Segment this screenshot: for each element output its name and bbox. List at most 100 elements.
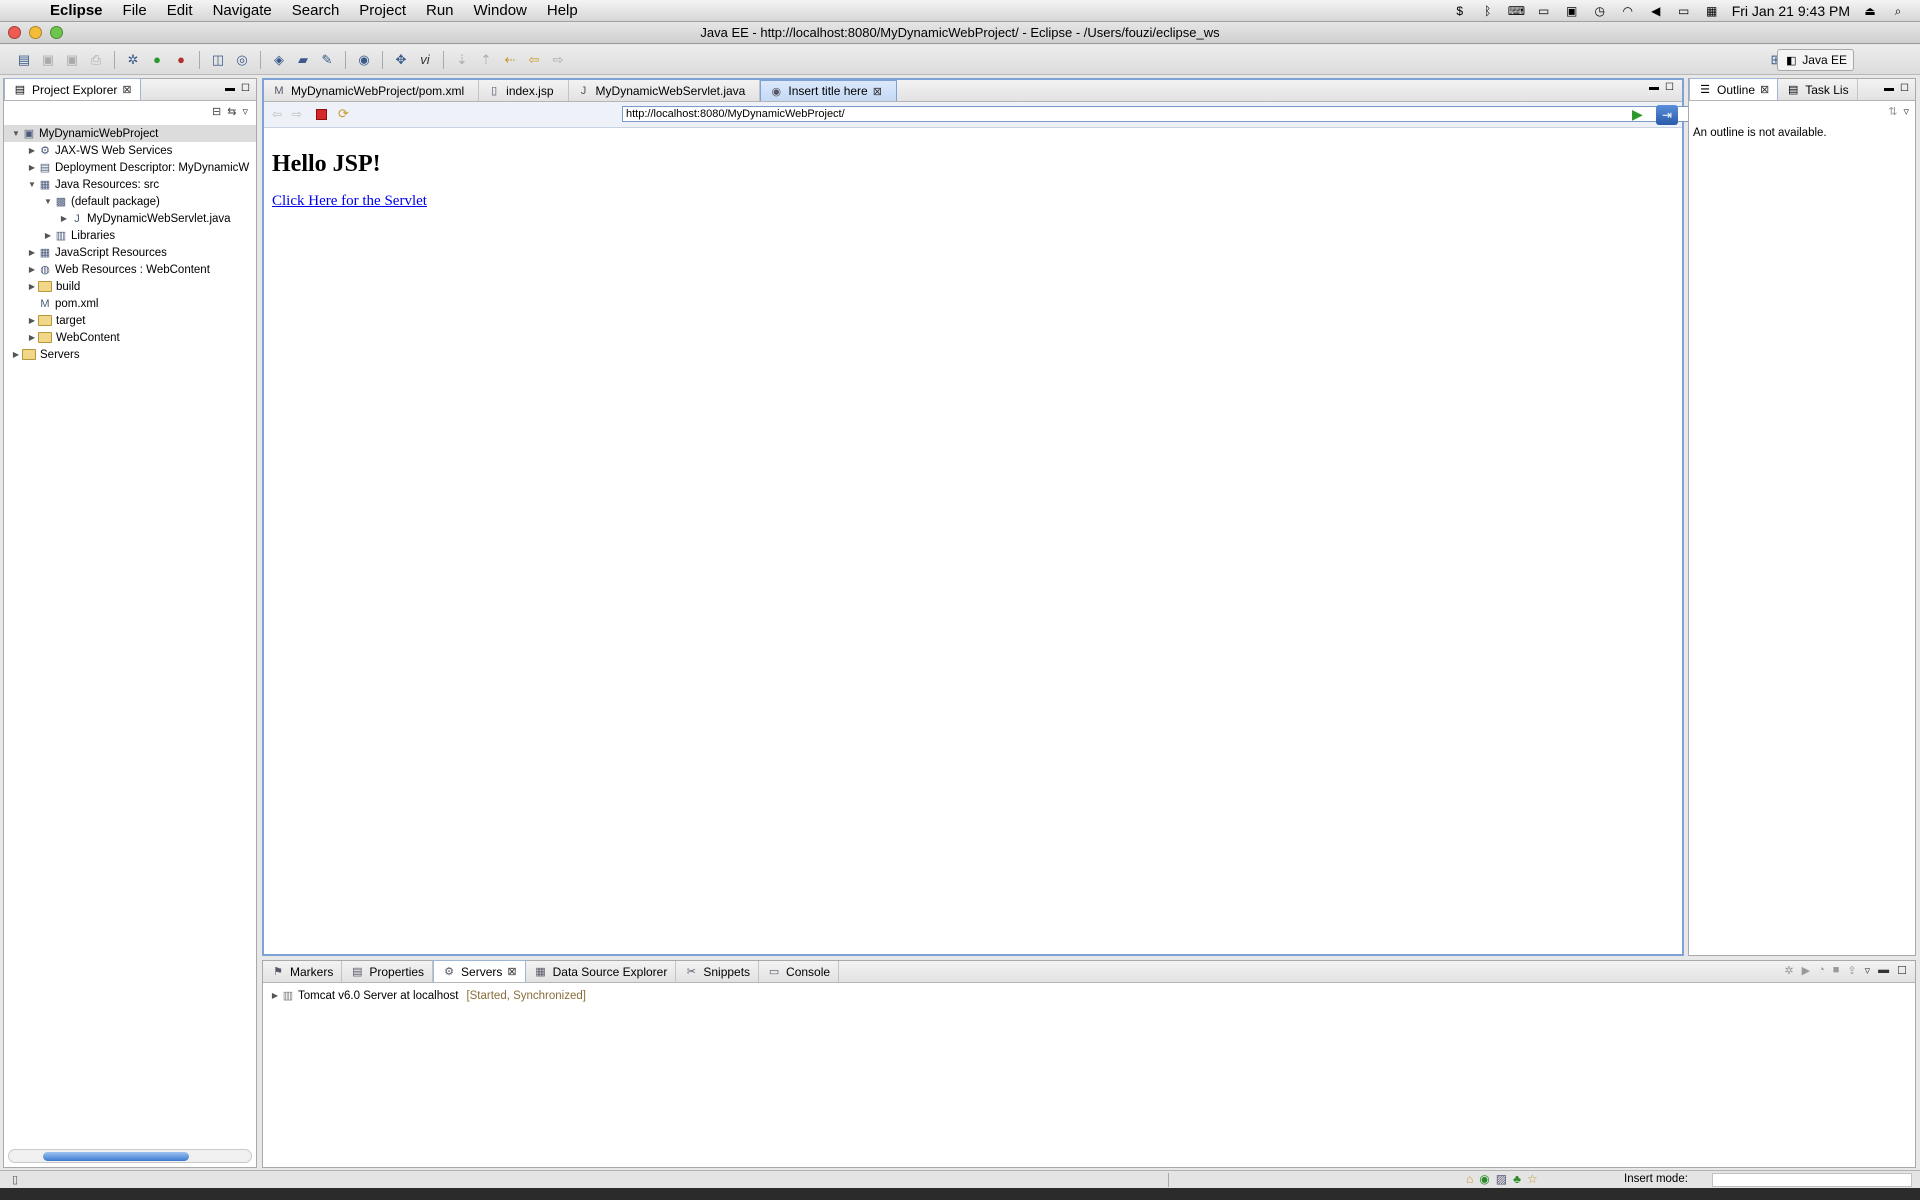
publish-server-icon[interactable]: ⇪ xyxy=(1847,964,1856,977)
minimize-icon[interactable]: ▬ xyxy=(1878,964,1889,977)
monitor-icon[interactable]: ▣ xyxy=(1564,4,1580,18)
tree-item[interactable]: ▶ ▤ Deployment Descriptor: MyDynamicW xyxy=(4,159,256,176)
open-folder-icon[interactable]: ▰ xyxy=(293,50,313,70)
tab-project-explorer[interactable]: ▤ Project Explorer ⊠ xyxy=(4,78,141,100)
start-server-icon[interactable]: ▶ xyxy=(1802,964,1810,977)
previous-annotation-icon[interactable]: ⇡ xyxy=(476,50,496,70)
bottom-tab[interactable]: ⚙ Servers ⊠ xyxy=(433,960,526,982)
last-edit-location-icon[interactable]: ⇠ xyxy=(500,50,520,70)
debug-server-icon[interactable]: ✲ xyxy=(1784,964,1793,977)
debug-icon[interactable]: ✲ xyxy=(123,50,143,70)
new-server-icon[interactable]: ◫ xyxy=(208,50,228,70)
collapse-icon[interactable]: ▼ xyxy=(26,180,38,189)
calendar-icon[interactable]: ▦ xyxy=(1704,4,1720,18)
plugin-icon[interactable]: ♣ xyxy=(1513,1172,1521,1186)
browser-back-icon[interactable]: ⇦ xyxy=(272,107,282,121)
open-type-icon[interactable]: ◈ xyxy=(269,50,289,70)
save-icon[interactable]: ▣ xyxy=(38,50,58,70)
browser-forward-icon[interactable]: ⇨ xyxy=(292,107,302,121)
keyboard-icon[interactable]: ⌨ xyxy=(1508,4,1525,18)
go-icon[interactable]: ▶ xyxy=(1632,106,1643,123)
editor-tab[interactable]: ▯ index.jsp xyxy=(479,80,569,101)
horizontal-scrollbar[interactable] xyxy=(8,1149,252,1163)
view-menu-icon[interactable]: ▿ xyxy=(1865,964,1871,977)
tab-outline[interactable]: ☰ Outline ⊠ xyxy=(1689,78,1779,100)
collapse-all-icon[interactable]: ⊟ xyxy=(212,105,221,118)
bottom-tab[interactable]: ✂ Snippets xyxy=(676,961,760,982)
tree-item[interactable]: Mpom.xml xyxy=(4,295,256,312)
open-external-browser-icon[interactable]: ⇥ xyxy=(1656,105,1678,125)
editor-tab[interactable]: J MyDynamicWebServlet.java xyxy=(569,80,761,101)
next-annotation-icon[interactable]: ⇣ xyxy=(452,50,472,70)
close-icon[interactable]: ⊠ xyxy=(122,83,131,96)
time-machine-icon[interactable]: ◷ xyxy=(1592,4,1608,18)
browser-stop-icon[interactable] xyxy=(316,109,327,120)
tree-item[interactable]: ▶ ▦ JavaScript Resources xyxy=(4,244,256,261)
servlet-link[interactable]: Click Here for the Servlet xyxy=(272,193,427,210)
tree-item[interactable]: ▶ WebContent xyxy=(4,329,256,346)
scrollbar-thumb[interactable] xyxy=(43,1152,189,1161)
sync-icon[interactable]: ⌂ xyxy=(1466,1172,1473,1186)
perspective-switcher[interactable]: ◧ Java EE xyxy=(1777,49,1854,71)
lightbulb-icon[interactable]: ◉ xyxy=(1479,1172,1489,1186)
expand-icon[interactable]: ▶ xyxy=(26,316,38,325)
bottom-tab[interactable]: ▤ Properties xyxy=(342,961,434,982)
expand-icon[interactable]: ▶ xyxy=(42,231,54,240)
open-task-icon[interactable]: ✎ xyxy=(317,50,337,70)
editor-maximize-icon[interactable]: ☐ xyxy=(1665,82,1674,93)
image-icon[interactable]: ▨ xyxy=(1496,1172,1507,1186)
expand-icon[interactable]: ▶ xyxy=(10,350,22,359)
new-icon[interactable]: ▤ xyxy=(14,50,34,70)
save-all-icon[interactable]: ▣ xyxy=(62,50,82,70)
tree-item[interactable]: ▶ Servers xyxy=(4,346,256,363)
spotlight-search-icon[interactable]: ⌕ xyxy=(1890,4,1906,18)
new-web-service-icon[interactable]: ◎ xyxy=(232,50,252,70)
script-menu-icon[interactable]: $ xyxy=(1452,4,1468,18)
expand-icon[interactable]: ▶ xyxy=(269,991,281,1000)
server-row[interactable]: ▶ ▥ Tomcat v6.0 Server at localhost [Sta… xyxy=(269,987,586,1004)
forward-icon[interactable]: ⇨ xyxy=(548,50,568,70)
wifi-icon[interactable]: ◠ xyxy=(1620,4,1636,18)
tree-item[interactable]: ▶ ▥ Libraries xyxy=(4,227,256,244)
menu-window[interactable]: Window xyxy=(464,0,537,22)
menu-navigate[interactable]: Navigate xyxy=(203,0,282,22)
editor-minimize-icon[interactable]: ▬ xyxy=(1649,82,1659,93)
maximize-icon[interactable]: ☐ xyxy=(1897,964,1907,977)
maximize-icon[interactable]: ☐ xyxy=(241,83,250,94)
run-icon[interactable]: ● xyxy=(147,50,167,70)
minimize-icon[interactable]: ▬ xyxy=(1884,83,1894,94)
maximize-icon[interactable]: ☐ xyxy=(1900,83,1909,94)
volume-icon[interactable]: ◀ xyxy=(1648,4,1664,18)
expand-icon[interactable]: ▶ xyxy=(26,248,38,257)
display-icon[interactable]: ▭ xyxy=(1536,4,1552,18)
profile-server-icon[interactable]: ◔ xyxy=(1818,964,1825,977)
close-icon[interactable]: ⊠ xyxy=(507,965,516,978)
user-icon[interactable]: ⏏ xyxy=(1862,4,1878,18)
outline-sort-icon[interactable]: ⇅ xyxy=(1888,105,1897,118)
collapse-icon[interactable]: ▼ xyxy=(10,129,22,138)
fast-view-icon[interactable]: ▯ xyxy=(12,1173,18,1186)
browser-refresh-icon[interactable]: ⟳ xyxy=(338,106,349,122)
stop-server-icon[interactable]: ■ xyxy=(1833,964,1840,977)
view-menu-icon[interactable]: ▿ xyxy=(242,105,248,118)
link-with-editor-icon[interactable]: ⇆ xyxy=(227,105,236,118)
expand-icon[interactable]: ▶ xyxy=(26,333,38,342)
open-web-browser-icon[interactable]: ◉ xyxy=(354,50,374,70)
close-icon[interactable]: ⊠ xyxy=(873,85,882,98)
tree-item[interactable]: ▶ J MyDynamicWebServlet.java xyxy=(4,210,256,227)
menu-project[interactable]: Project xyxy=(349,0,416,22)
tree-item[interactable]: ▶ target xyxy=(4,312,256,329)
menu-app-name[interactable]: Eclipse xyxy=(40,0,113,22)
menu-file[interactable]: File xyxy=(113,0,157,22)
expand-icon[interactable]: ▶ xyxy=(26,163,38,172)
bottom-tab[interactable]: ▦ Data Source Explorer xyxy=(526,961,677,982)
star-icon[interactable]: ☆ xyxy=(1527,1172,1538,1186)
tree-item[interactable]: ▶ build xyxy=(4,278,256,295)
tree-item[interactable]: ▶ ◍ Web Resources : WebContent xyxy=(4,261,256,278)
menubar-clock[interactable]: Fri Jan 21 9:43 PM xyxy=(1732,3,1850,19)
view-menu-icon[interactable]: ▿ xyxy=(1903,105,1909,118)
close-icon[interactable]: ⊠ xyxy=(1760,83,1769,96)
tab-task-list[interactable]: ▤ Task Lis xyxy=(1778,79,1858,100)
tree-item[interactable]: ▼ ▩ (default package) xyxy=(4,193,256,210)
bottom-tab[interactable]: ▭ Console xyxy=(759,961,840,982)
